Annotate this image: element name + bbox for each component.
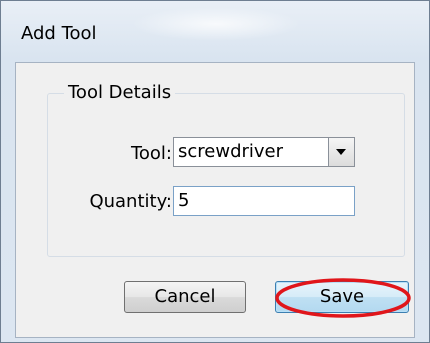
quantity-field[interactable]: 5 bbox=[173, 186, 355, 216]
group-legend: Tool Details bbox=[64, 82, 176, 103]
add-tool-dialog: Add Tool Tool Details Tool: screwdriver … bbox=[0, 0, 430, 343]
tool-details-group: Tool Details bbox=[47, 82, 405, 257]
title-bar[interactable]: Add Tool bbox=[1, 1, 429, 61]
tool-dropdown-value: screwdriver bbox=[178, 141, 284, 162]
quantity-field-value: 5 bbox=[178, 190, 190, 211]
chevron-down-icon bbox=[336, 149, 346, 155]
quantity-label: Quantity: bbox=[89, 191, 172, 212]
tool-dropdown[interactable]: screwdriver bbox=[173, 137, 355, 167]
cancel-button[interactable]: Cancel bbox=[124, 281, 246, 313]
window-title: Add Tool bbox=[21, 23, 97, 44]
title-bar-glass bbox=[131, 7, 301, 41]
save-button[interactable]: Save bbox=[275, 281, 409, 313]
dialog-client-area: Tool Details Tool: screwdriver Quantity:… bbox=[15, 62, 415, 338]
tool-dropdown-button[interactable] bbox=[328, 138, 354, 166]
tool-label: Tool: bbox=[130, 143, 172, 164]
